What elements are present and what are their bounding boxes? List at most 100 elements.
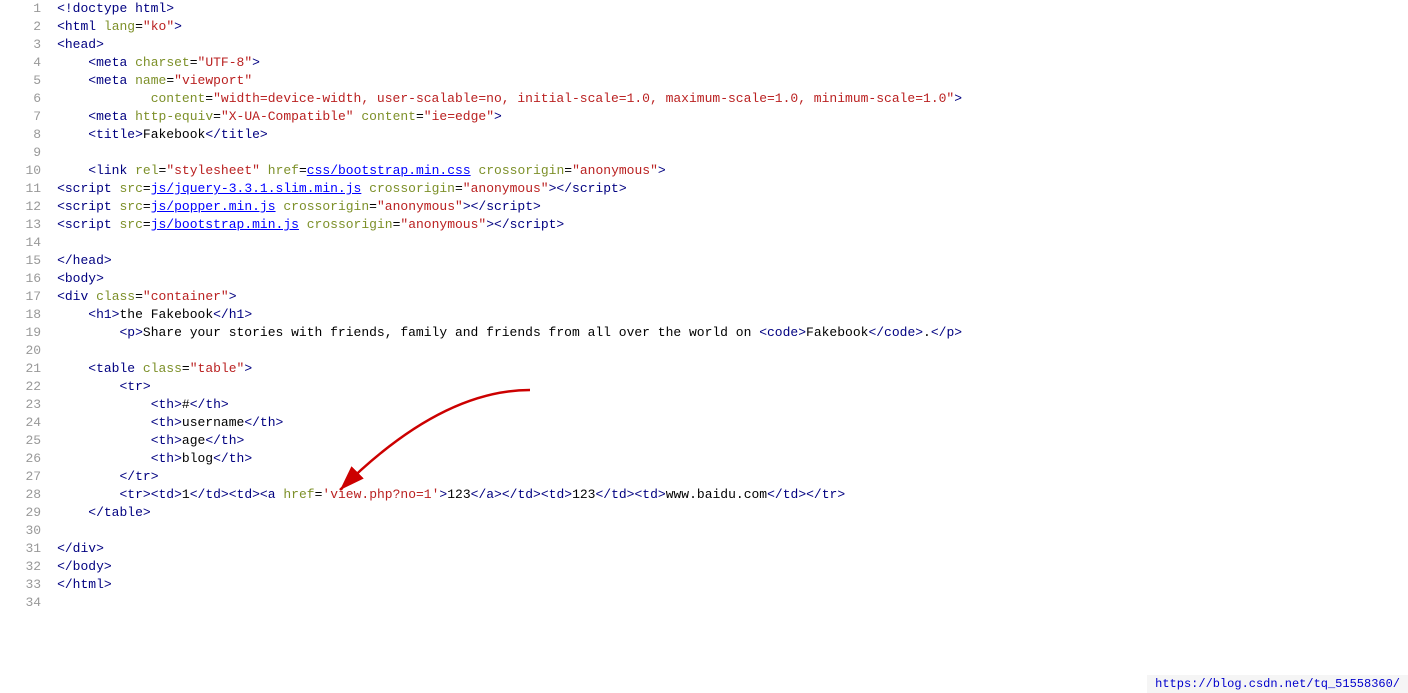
- line-content: </html>: [53, 576, 1408, 594]
- code-line: 17<div class="container">: [0, 288, 1408, 306]
- code-line: 20: [0, 342, 1408, 360]
- line-content: <title>Fakebook</title>: [53, 126, 1408, 144]
- code-line: 21 <table class="table">: [0, 360, 1408, 378]
- line-content: [53, 594, 1408, 612]
- line-content: <tr>: [53, 378, 1408, 396]
- code-line: 1<!doctype html>: [0, 0, 1408, 18]
- line-number: 33: [0, 576, 53, 594]
- code-line: 7 <meta http-equiv="X-UA-Compatible" con…: [0, 108, 1408, 126]
- code-line: 16<body>: [0, 270, 1408, 288]
- code-line: 5 <meta name="viewport": [0, 72, 1408, 90]
- code-line: 12<script src=js/popper.min.js crossorig…: [0, 198, 1408, 216]
- code-line: 10 <link rel="stylesheet" href=css/boots…: [0, 162, 1408, 180]
- line-number: 22: [0, 378, 53, 396]
- line-content: <tr><td>1</td><td><a href='view.php?no=1…: [53, 486, 1408, 504]
- line-number: 11: [0, 180, 53, 198]
- line-content: [53, 342, 1408, 360]
- code-line: 13<script src=js/bootstrap.min.js crosso…: [0, 216, 1408, 234]
- line-content: [53, 234, 1408, 252]
- code-line: 24 <th>username</th>: [0, 414, 1408, 432]
- code-line: 18 <h1>the Fakebook</h1>: [0, 306, 1408, 324]
- line-content: content="width=device-width, user-scalab…: [53, 90, 1408, 108]
- line-content: <h1>the Fakebook</h1>: [53, 306, 1408, 324]
- line-number: 34: [0, 594, 53, 612]
- line-number: 10: [0, 162, 53, 180]
- line-content: </body>: [53, 558, 1408, 576]
- line-content: <meta name="viewport": [53, 72, 1408, 90]
- line-number: 32: [0, 558, 53, 576]
- line-number: 13: [0, 216, 53, 234]
- code-line: 28 <tr><td>1</td><td><a href='view.php?n…: [0, 486, 1408, 504]
- code-line: 2<html lang="ko">: [0, 18, 1408, 36]
- line-number: 6: [0, 90, 53, 108]
- line-number: 9: [0, 144, 53, 162]
- line-number: 23: [0, 396, 53, 414]
- line-number: 1: [0, 0, 53, 18]
- line-content: <meta http-equiv="X-UA-Compatible" conte…: [53, 108, 1408, 126]
- line-content: <link rel="stylesheet" href=css/bootstra…: [53, 162, 1408, 180]
- line-content: <html lang="ko">: [53, 18, 1408, 36]
- code-line: 30: [0, 522, 1408, 540]
- line-number: 28: [0, 486, 53, 504]
- line-content: </head>: [53, 252, 1408, 270]
- line-content: </div>: [53, 540, 1408, 558]
- line-content: <script src=js/popper.min.js crossorigin…: [53, 198, 1408, 216]
- line-number: 16: [0, 270, 53, 288]
- code-line: 25 <th>age</th>: [0, 432, 1408, 450]
- line-number: 2: [0, 18, 53, 36]
- line-number: 3: [0, 36, 53, 54]
- code-line: 33</html>: [0, 576, 1408, 594]
- line-number: 31: [0, 540, 53, 558]
- line-number: 21: [0, 360, 53, 378]
- line-number: 24: [0, 414, 53, 432]
- code-line: 29 </table>: [0, 504, 1408, 522]
- code-line: 26 <th>blog</th>: [0, 450, 1408, 468]
- code-line: 19 <p>Share your stories with friends, f…: [0, 324, 1408, 342]
- code-line: 4 <meta charset="UTF-8">: [0, 54, 1408, 72]
- line-content: </tr>: [53, 468, 1408, 486]
- code-line: 6 content="width=device-width, user-scal…: [0, 90, 1408, 108]
- code-line: 15</head>: [0, 252, 1408, 270]
- line-number: 5: [0, 72, 53, 90]
- line-content: <th>username</th>: [53, 414, 1408, 432]
- line-number: 29: [0, 504, 53, 522]
- code-viewer: 1<!doctype html>2<html lang="ko">3<head>…: [0, 0, 1408, 693]
- code-line: 22 <tr>: [0, 378, 1408, 396]
- code-line: 14: [0, 234, 1408, 252]
- line-content: <meta charset="UTF-8">: [53, 54, 1408, 72]
- code-line: 32</body>: [0, 558, 1408, 576]
- line-content: <th>age</th>: [53, 432, 1408, 450]
- line-content: [53, 522, 1408, 540]
- line-content: <head>: [53, 36, 1408, 54]
- line-content: <!doctype html>: [53, 0, 1408, 18]
- code-line: 3<head>: [0, 36, 1408, 54]
- code-line: 9: [0, 144, 1408, 162]
- code-line: 8 <title>Fakebook</title>: [0, 126, 1408, 144]
- line-number: 27: [0, 468, 53, 486]
- code-line: 11<script src=js/jquery-3.3.1.slim.min.j…: [0, 180, 1408, 198]
- code-line: 23 <th>#</th>: [0, 396, 1408, 414]
- line-number: 7: [0, 108, 53, 126]
- line-number: 19: [0, 324, 53, 342]
- line-content: <p>Share your stories with friends, fami…: [53, 324, 1408, 342]
- code-line: 31</div>: [0, 540, 1408, 558]
- line-content: <script src=js/jquery-3.3.1.slim.min.js …: [53, 180, 1408, 198]
- code-line: 34: [0, 594, 1408, 612]
- line-number: 17: [0, 288, 53, 306]
- line-content: <th>blog</th>: [53, 450, 1408, 468]
- line-number: 14: [0, 234, 53, 252]
- status-bar: https://blog.csdn.net/tq_51558360/: [1147, 675, 1408, 693]
- line-number: 15: [0, 252, 53, 270]
- line-number: 30: [0, 522, 53, 540]
- code-table: 1<!doctype html>2<html lang="ko">3<head>…: [0, 0, 1408, 612]
- code-line: 27 </tr>: [0, 468, 1408, 486]
- line-content: <body>: [53, 270, 1408, 288]
- line-number: 4: [0, 54, 53, 72]
- line-number: 8: [0, 126, 53, 144]
- line-content: <div class="container">: [53, 288, 1408, 306]
- line-content: <script src=js/bootstrap.min.js crossori…: [53, 216, 1408, 234]
- line-number: 26: [0, 450, 53, 468]
- line-content: <table class="table">: [53, 360, 1408, 378]
- line-number: 25: [0, 432, 53, 450]
- line-content: <th>#</th>: [53, 396, 1408, 414]
